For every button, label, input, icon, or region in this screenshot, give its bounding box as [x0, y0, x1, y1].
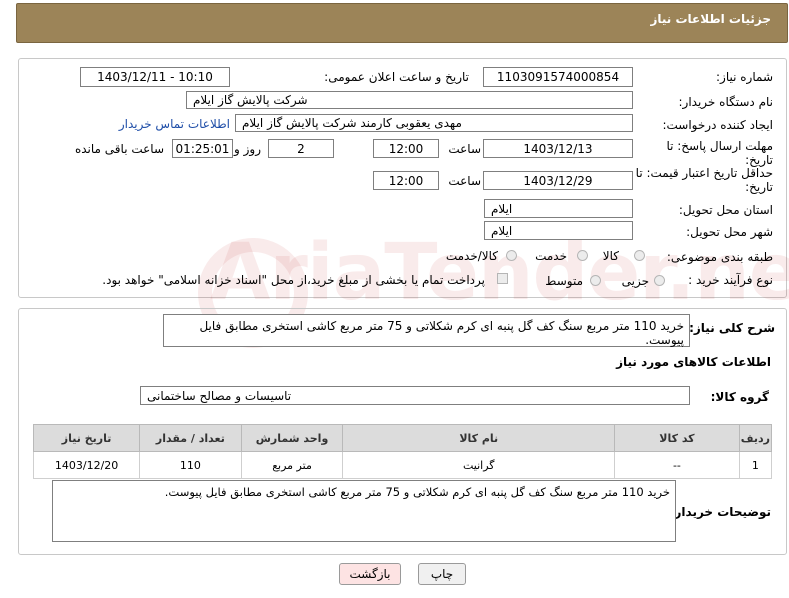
deadline-date-field[interactable]: 1403/12/13	[483, 139, 633, 158]
validity-time-field[interactable]: 12:00	[373, 171, 439, 190]
print-button[interactable]: چاپ	[418, 563, 466, 585]
buyer-notes-field[interactable]: خرید 110 متر مربع سنگ کف گل پنبه ای کرم …	[52, 480, 676, 542]
city-field[interactable]: ایلام	[484, 221, 633, 240]
deadline-time-field[interactable]: 12:00	[373, 139, 439, 158]
days-field[interactable]: 2	[268, 139, 334, 158]
announce-field[interactable]: 1403/12/11 - 10:10	[80, 67, 230, 87]
contact-info-link[interactable]: اطلاعات تماس خریدار	[119, 117, 230, 131]
cell-name: گرانیت	[342, 451, 616, 479]
category-both-radio[interactable]	[506, 250, 517, 261]
goods-group-field[interactable]: تاسیسات و مصالح ساختمانی	[140, 386, 690, 405]
col-row-header: ردیف	[738, 424, 773, 452]
province-label: استان محل تحویل:	[678, 203, 773, 217]
creator-label: ایجاد کننده درخواست:	[662, 118, 773, 132]
cell-qty: 110	[139, 451, 242, 479]
validity-time-label: ساعت	[448, 174, 481, 188]
col-code-header: کد کالا	[614, 424, 740, 452]
buyer-org-field[interactable]: شرکت پالایش گاز ایلام	[186, 91, 633, 109]
city-label: شهر محل تحویل:	[686, 225, 773, 239]
category-service-radio[interactable]	[577, 250, 588, 261]
col-qty-header: تعداد / مقدار	[139, 424, 242, 452]
page-title: جزئیات اطلاعات نیاز	[650, 12, 771, 26]
col-date-header: تاریخ نیاز	[32, 424, 141, 452]
category-service-label: خدمت	[535, 249, 567, 263]
goods-info-title: اطلاعات کالاهای مورد نیاز	[616, 355, 771, 369]
category-goods-radio[interactable]	[634, 250, 645, 261]
deadline-label: مهلت ارسال پاسخ: تا تاریخ:	[666, 139, 773, 167]
days-label: روز و	[234, 142, 261, 156]
treasury-payment-note: پرداخت تمام یا بخشی از مبلغ خرید،از محل …	[102, 273, 485, 287]
treasury-payment-checkbox[interactable]	[497, 273, 508, 284]
need-number-label: شماره نیاز:	[716, 70, 773, 84]
validity-date-field[interactable]: 1403/12/29	[483, 171, 633, 190]
description-label: شرح کلی نیاز:	[689, 321, 775, 335]
col-unit-header: واحد شمارش	[240, 424, 344, 452]
deadline-time-label: ساعت	[448, 142, 481, 156]
category-both-label: کالا/خدمت	[445, 249, 498, 263]
cell-code: --	[614, 451, 740, 479]
remaining-time-field[interactable]: 01:25:01	[172, 139, 233, 158]
goods-group-label: گروه کالا:	[710, 390, 769, 404]
col-name-header: نام کالا	[342, 424, 616, 452]
category-label: طبقه بندی موضوعی:	[666, 250, 773, 264]
province-field[interactable]: ایلام	[484, 199, 633, 218]
cell-unit: متر مربع	[240, 451, 344, 479]
validity-label: حداقل تاریخ اعتبار قیمت: تا تاریخ:	[635, 166, 773, 194]
process-medium-radio[interactable]	[590, 275, 601, 286]
need-number-field[interactable]: 1103091574000854	[483, 67, 633, 87]
description-field[interactable]: خرید 110 متر مربع سنگ کف گل پنبه ای کرم …	[163, 314, 690, 347]
goods-table: ردیف کد کالا نام کالا واحد شمارش تعداد /…	[32, 424, 773, 479]
announce-label: تاریخ و ساعت اعلان عمومی:	[324, 70, 469, 84]
process-label: نوع فرآیند خرید :	[688, 273, 773, 287]
buyer-notes-label: توضیحات خریدار:	[669, 505, 771, 519]
table-row[interactable]: 1 -- گرانیت متر مربع 110 1403/12/20	[32, 451, 773, 479]
remaining-label: ساعت باقی مانده	[74, 142, 164, 156]
cell-date: 1403/12/20	[32, 451, 141, 479]
category-goods-label: کالا	[602, 249, 619, 263]
back-button[interactable]: بازگشت	[339, 563, 401, 585]
cell-row: 1	[738, 451, 773, 479]
creator-field[interactable]: مهدی یعقوبی کارمند شرکت پالایش گاز ایلام	[235, 114, 633, 132]
process-minor-radio[interactable]	[654, 275, 665, 286]
table-header-row: ردیف کد کالا نام کالا واحد شمارش تعداد /…	[32, 424, 773, 452]
process-minor-label: جزیی	[621, 274, 649, 288]
buyer-org-label: نام دستگاه خریدار:	[678, 95, 774, 109]
process-medium-label: متوسط	[545, 274, 583, 288]
